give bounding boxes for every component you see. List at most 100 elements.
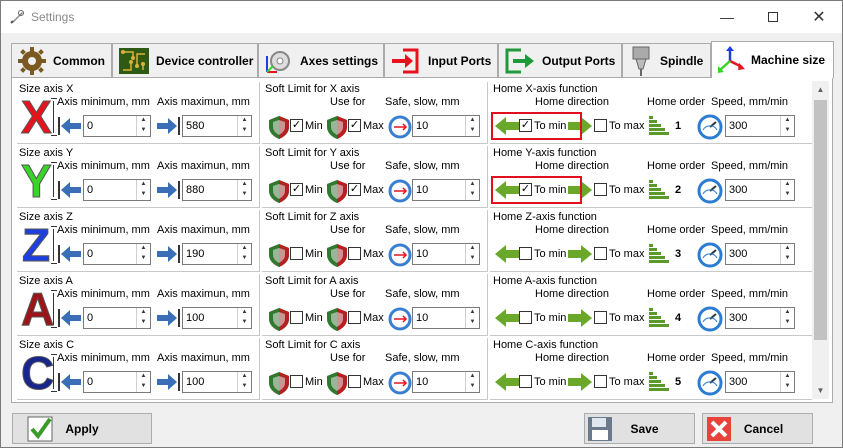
spin-down-icon[interactable]: ▼ [781, 382, 794, 392]
home-to-max-checkbox[interactable] [594, 375, 607, 388]
spin-down-icon[interactable]: ▼ [238, 126, 251, 136]
home-to-min-checkbox[interactable] [519, 247, 532, 260]
spin-up-icon[interactable]: ▲ [781, 372, 794, 382]
spin-down-icon[interactable]: ▼ [238, 382, 251, 392]
axis-max-input[interactable]: 100 ▲ ▼ [182, 307, 252, 329]
cancel-label: Cancel [743, 421, 784, 436]
tab-axes-settings[interactable]: Axes settings [258, 43, 384, 77]
spin-up-icon[interactable]: ▲ [466, 372, 479, 382]
axis-min-input[interactable]: 0 ▲ ▼ [83, 243, 151, 265]
vertical-scrollbar[interactable]: ▲ ▼ [812, 81, 829, 399]
spin-up-icon[interactable]: ▲ [238, 116, 251, 126]
spin-up-icon[interactable]: ▲ [137, 308, 150, 318]
home-to-max-checkbox[interactable] [594, 247, 607, 260]
arrow-to-min-icon [57, 307, 83, 332]
soft-limit-max-checkbox[interactable] [348, 375, 361, 388]
axis-min-input[interactable]: 0 ▲ ▼ [83, 115, 151, 137]
soft-limit-max-checkbox[interactable] [348, 311, 361, 324]
spin-down-icon[interactable]: ▼ [781, 254, 794, 264]
soft-limit-max-checkbox[interactable]: ✓ [348, 119, 361, 132]
spin-down-icon[interactable]: ▼ [137, 318, 150, 328]
tab-machine-size[interactable]: Machine size [711, 41, 834, 78]
axis-min-input[interactable]: 0 ▲ ▼ [83, 307, 151, 329]
scroll-up-arrow-icon[interactable]: ▲ [812, 81, 829, 98]
minimize-button[interactable]: — [704, 1, 750, 33]
soft-limit-min-checkbox[interactable] [290, 375, 303, 388]
spin-up-icon[interactable]: ▲ [466, 116, 479, 126]
tab-spindle[interactable]: Spindle [622, 43, 711, 77]
speed-input[interactable]: 300 ▲ ▼ [725, 243, 795, 265]
spin-up-icon[interactable]: ▲ [466, 180, 479, 190]
close-button[interactable]: ✕ [796, 1, 842, 33]
home-to-max-checkbox[interactable] [594, 311, 607, 324]
speed-input[interactable]: 300 ▲ ▼ [725, 371, 795, 393]
spin-down-icon[interactable]: ▼ [466, 254, 479, 264]
apply-button[interactable]: Apply [12, 413, 152, 444]
soft-limit-min-checkbox[interactable] [290, 311, 303, 324]
spin-down-icon[interactable]: ▼ [781, 318, 794, 328]
speed-input[interactable]: 300 ▲ ▼ [725, 179, 795, 201]
spin-up-icon[interactable]: ▲ [137, 116, 150, 126]
safe-distance-input[interactable]: 10 ▲ ▼ [412, 371, 480, 393]
spin-down-icon[interactable]: ▼ [238, 254, 251, 264]
spin-down-icon[interactable]: ▼ [781, 126, 794, 136]
spin-up-icon[interactable]: ▲ [238, 244, 251, 254]
spin-down-icon[interactable]: ▼ [781, 190, 794, 200]
scrollbar-thumb[interactable] [814, 100, 827, 340]
spin-up-icon[interactable]: ▲ [238, 180, 251, 190]
home-to-max-checkbox[interactable] [594, 183, 607, 196]
home-to-min-arrow-icon [493, 242, 521, 269]
tab-common[interactable]: Common [11, 43, 112, 77]
spin-down-icon[interactable]: ▼ [466, 382, 479, 392]
axis-max-input[interactable]: 880 ▲ ▼ [182, 179, 252, 201]
tab-output-ports[interactable]: Output Ports [498, 43, 622, 77]
safe-distance-input[interactable]: 10 ▲ ▼ [412, 115, 480, 137]
spin-down-icon[interactable]: ▼ [238, 190, 251, 200]
axis-max-input[interactable]: 580 ▲ ▼ [182, 115, 252, 137]
spin-up-icon[interactable]: ▲ [137, 244, 150, 254]
speed-input[interactable]: 300 ▲ ▼ [725, 115, 795, 137]
soft-limit-min-checkbox[interactable]: ✓ [290, 183, 303, 196]
axis-max-input[interactable]: 100 ▲ ▼ [182, 371, 252, 393]
spin-up-icon[interactable]: ▲ [466, 308, 479, 318]
home-to-min-checkbox[interactable] [519, 375, 532, 388]
spin-down-icon[interactable]: ▼ [466, 190, 479, 200]
spin-up-icon[interactable]: ▲ [137, 372, 150, 382]
home-order-icon [647, 178, 669, 205]
spin-up-icon[interactable]: ▲ [781, 244, 794, 254]
axis-min-input[interactable]: 0 ▲ ▼ [83, 179, 151, 201]
maximize-button[interactable] [750, 1, 796, 33]
spin-down-icon[interactable]: ▼ [137, 382, 150, 392]
axis-min-input[interactable]: 0 ▲ ▼ [83, 371, 151, 393]
spin-down-icon[interactable]: ▼ [137, 126, 150, 136]
tab-device-controller[interactable]: Device controller [112, 43, 258, 77]
soft-limit-max-checkbox[interactable] [348, 247, 361, 260]
save-button[interactable]: Save [584, 413, 695, 444]
home-to-max-arrow-icon [566, 242, 594, 269]
spin-up-icon[interactable]: ▲ [238, 308, 251, 318]
home-to-min-checkbox[interactable] [519, 311, 532, 324]
spin-down-icon[interactable]: ▼ [137, 190, 150, 200]
soft-limit-max-checkbox[interactable]: ✓ [348, 183, 361, 196]
speed-input[interactable]: 300 ▲ ▼ [725, 307, 795, 329]
spin-up-icon[interactable]: ▲ [781, 308, 794, 318]
home-to-max-checkbox[interactable] [594, 119, 607, 132]
cancel-button[interactable]: Cancel [702, 413, 813, 444]
spin-down-icon[interactable]: ▼ [466, 318, 479, 328]
tab-input-ports[interactable]: Input Ports [384, 43, 498, 77]
spin-up-icon[interactable]: ▲ [238, 372, 251, 382]
spin-up-icon[interactable]: ▲ [781, 116, 794, 126]
soft-limit-min-checkbox[interactable] [290, 247, 303, 260]
safe-distance-input[interactable]: 10 ▲ ▼ [412, 179, 480, 201]
spin-down-icon[interactable]: ▼ [137, 254, 150, 264]
soft-limit-min-checkbox[interactable]: ✓ [290, 119, 303, 132]
spin-up-icon[interactable]: ▲ [137, 180, 150, 190]
spin-up-icon[interactable]: ▲ [781, 180, 794, 190]
axis-max-input[interactable]: 190 ▲ ▼ [182, 243, 252, 265]
safe-distance-input[interactable]: 10 ▲ ▼ [412, 243, 480, 265]
spin-down-icon[interactable]: ▼ [238, 318, 251, 328]
spin-up-icon[interactable]: ▲ [466, 244, 479, 254]
safe-distance-input[interactable]: 10 ▲ ▼ [412, 307, 480, 329]
spin-down-icon[interactable]: ▼ [466, 126, 479, 136]
scroll-down-arrow-icon[interactable]: ▼ [812, 382, 829, 399]
